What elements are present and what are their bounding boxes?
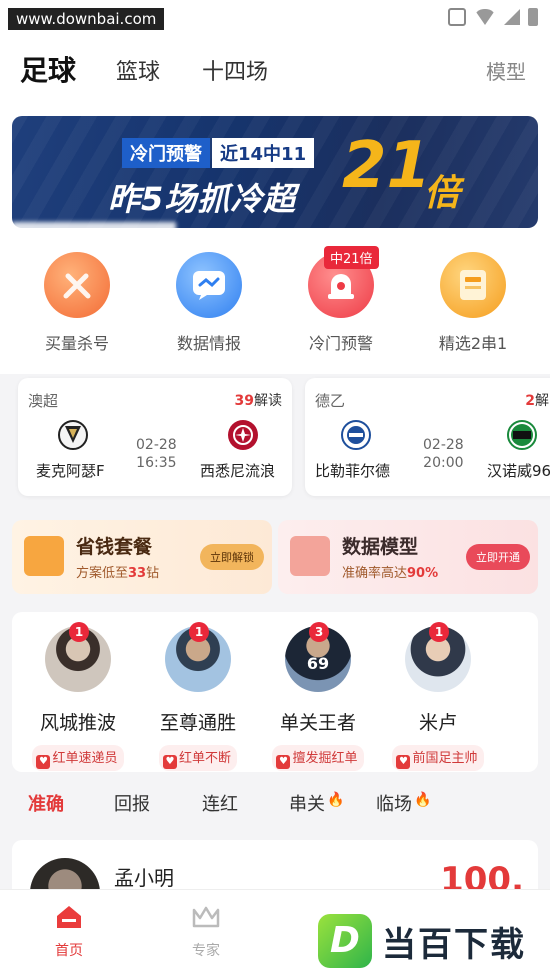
banner-big-number: 21	[342, 129, 432, 203]
crown-icon	[191, 904, 221, 930]
watermark-logo: D 当百下载	[318, 914, 526, 968]
upset-chip: 中21倍	[324, 246, 379, 269]
watermark-url: www.downbai.com	[8, 8, 165, 30]
notification-badge: 1	[189, 622, 209, 642]
ranking-filters: 准确 回报 连红 串关 🔥 临场 🔥	[0, 790, 550, 824]
tab-fourteen[interactable]: 十四场	[202, 54, 268, 86]
home-crest-icon	[341, 420, 371, 450]
home-team: 麦克阿瑟F	[36, 462, 105, 480]
system-icons	[448, 8, 538, 26]
expert-tag: ♥ 红单不断	[158, 745, 237, 771]
notification-badge: 1	[69, 622, 89, 642]
signal-icon	[504, 9, 520, 25]
expert-tag: ♥ 前国足主帅	[392, 745, 484, 771]
fire-icon: 🔥	[327, 792, 345, 808]
heart-badge-icon: ♥	[396, 755, 411, 769]
nav-label: 首页	[55, 943, 83, 959]
banner-tag-upset: 冷门预警	[122, 138, 210, 168]
match-datetime: 02-28 16:35	[136, 437, 177, 471]
nav-expert[interactable]: 专家	[166, 904, 246, 960]
banner-headline: 昨5场抓冷超	[108, 180, 297, 218]
expert-card[interactable]: 1 风城推波 ♥ 红单速递员	[18, 622, 138, 771]
tab-basketball[interactable]: 篮球	[116, 54, 160, 86]
notification-badge: 3	[309, 622, 329, 642]
heart-badge-icon: ♥	[162, 755, 177, 769]
ticket-icon	[440, 252, 506, 318]
heart-badge-icon: ♥	[276, 755, 291, 769]
nav-home[interactable]: 首页	[29, 904, 109, 960]
analysis-count: 2解	[525, 393, 549, 409]
battery-icon	[528, 8, 538, 26]
league-name: 德乙	[315, 392, 346, 410]
avatar: 1	[45, 622, 111, 692]
home-team: 比勒菲尔德	[315, 462, 391, 480]
top-nav: 足球 篮球 十四场 模型	[0, 36, 550, 104]
filter-live[interactable]: 临场 🔥	[376, 790, 431, 816]
home-icon	[54, 904, 84, 930]
promo-title: 数据模型	[342, 536, 419, 558]
logo-text: 当百下载	[382, 924, 526, 965]
logo-mark: D	[318, 914, 372, 968]
filter-return[interactable]: 回报	[114, 790, 150, 816]
heart-badge-icon: ♥	[36, 755, 51, 769]
coupon-icon	[24, 536, 64, 576]
filter-streak[interactable]: 连红	[202, 790, 238, 816]
chat-icon	[176, 252, 242, 318]
experts-panel: 1 风城推波 ♥ 红单速递员 1 至尊通胜 ♥ 红单不断 3 69 单关王者 ♥ 擅发…	[12, 612, 538, 772]
cube-chart-icon	[290, 536, 330, 576]
subscribe-button[interactable]: 立即开通	[466, 544, 530, 570]
expert-tag: ♥ 擅发掘红单	[272, 745, 364, 771]
expert-name: 至尊通胜	[159, 712, 236, 734]
tab-model[interactable]: 模型	[486, 56, 526, 85]
quick-action-data[interactable]: 数据情报	[154, 252, 264, 354]
status-bar: www.downbai.com	[0, 0, 550, 36]
avatar: 1	[405, 622, 471, 692]
tab-football[interactable]: 足球	[20, 49, 76, 89]
away-team: 西悉尼流浪	[200, 462, 276, 480]
quick-action-parlay[interactable]: 精选2串1	[418, 252, 528, 354]
match-card[interactable]: 澳超 39解读 麦克阿瑟F 02-28 16:35 西悉尼流浪	[18, 378, 292, 496]
promo-savings-card[interactable]: 省钱套餐 方案低至33钻 立即解锁	[12, 520, 272, 594]
expert-name: 米卢	[418, 712, 457, 734]
filter-accuracy[interactable]: 准确	[28, 790, 64, 816]
quick-action-label: 买量杀号	[44, 334, 109, 353]
promo-subtitle: 方案低至33钻	[76, 566, 160, 581]
promo-subtitle: 准确率高达90%	[342, 566, 439, 581]
expert-card[interactable]: 3 69 单关王者 ♥ 擅发掘红单	[258, 622, 378, 771]
avatar: 1	[165, 622, 231, 692]
match-card[interactable]: 德乙 2解 比勒菲尔德 02-28 20:00 汉诺威96	[305, 378, 550, 496]
expert-card[interactable]: 1 米卢 ♥ 前国足主帅	[378, 622, 498, 771]
expert-tag: ♥ 红单速递员	[32, 745, 124, 771]
home-crest-icon	[58, 420, 88, 450]
analysis-count: 39解读	[234, 393, 282, 409]
quick-action-buy[interactable]: 买量杀号	[22, 252, 132, 354]
expert-name: 风城推波	[39, 712, 116, 734]
expert-card[interactable]: 1 至尊通胜 ♥ 红单不断	[138, 622, 258, 771]
away-crest-icon	[507, 420, 537, 450]
league-name: 澳超	[28, 392, 59, 410]
post-author-name: 孟小明	[114, 866, 174, 890]
filter-parlay[interactable]: 串关 🔥	[289, 790, 344, 816]
promo-title: 省钱套餐	[76, 536, 153, 558]
expert-name: 单关王者	[279, 712, 356, 734]
notification-badge: 1	[429, 622, 449, 642]
away-crest-icon	[228, 420, 258, 450]
vibrate-icon	[448, 8, 466, 26]
jersey-number: 69	[306, 654, 330, 673]
banner-tag-record: 近14中11	[212, 138, 315, 168]
quick-action-label: 精选2串1	[438, 334, 508, 353]
wifi-icon	[474, 9, 496, 25]
fire-icon: 🔥	[414, 792, 432, 808]
promo-model-card[interactable]: 数据模型 准确率高达90% 立即开通	[278, 520, 538, 594]
nav-label: 专家	[192, 943, 220, 959]
unlock-button[interactable]: 立即解锁	[200, 544, 264, 570]
match-datetime: 02-28 20:00	[423, 437, 464, 471]
promo-banner[interactable]: 冷门预警 近14中11 昨5场抓冷超 21 倍	[12, 116, 538, 228]
quick-action-label: 数据情报	[176, 334, 241, 353]
quick-action-label: 冷门预警	[308, 334, 373, 353]
banner-suffix: 倍	[424, 173, 461, 214]
away-team: 汉诺威96	[487, 462, 550, 480]
avatar: 3 69	[285, 622, 351, 692]
sword-icon	[44, 252, 110, 318]
